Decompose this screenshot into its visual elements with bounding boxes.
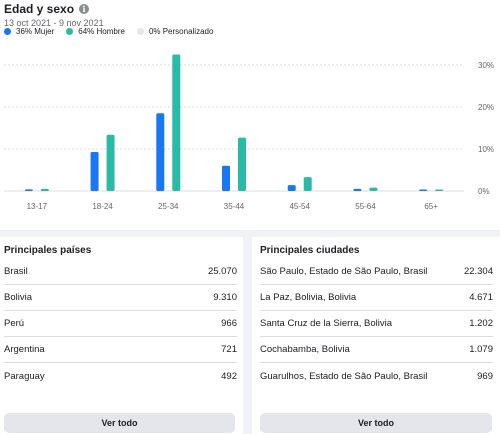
country-row: Brasil 25.070 [4,259,237,285]
y-tick-label: 10% [478,145,494,154]
top-countries-card: Principales países Brasil 25.070 Bolivia 9.… [0,237,243,434]
city-row: Guarulhos, Estado de São Paulo, Brasil 96… [260,363,493,389]
country-row: Perú 966 [4,311,237,337]
bar-mujer-18-24[interactable] [90,151,99,191]
country-row: Paraguay 492 [4,363,237,389]
country-value: 492 [221,370,237,382]
city-row: La Paz, Bolivia, Bolivia 4.671 [260,285,493,311]
cities-see-all-button[interactable]: Ver todo [260,413,492,433]
top-cities-card: Principales ciudades São Paulo, Estado d… [252,237,500,434]
legend-dot-hombre [66,28,74,35]
age-gender-card: Edad y sexo i 13 oct 2021 - 9 nov 2021 3… [0,0,500,230]
city-value: 1.079 [469,344,493,355]
legend-label-personalizado: 0% Personalizado [148,27,214,36]
city-value: 4.671 [469,292,493,303]
legend-label-mujer: 36% Mujer [16,27,55,36]
cities-title: Principales ciudades [260,245,360,256]
city-name: Cochabamba, Bolivia [260,344,350,355]
city-name: La Paz, Bolivia, Bolivia [260,292,357,303]
country-name: Perú [4,318,25,329]
x-tick-label: 45-54 [289,202,310,211]
country-name: Paraguay [4,370,45,382]
bar-mujer-13-17[interactable] [24,189,33,191]
legend-dot-personalizado [136,28,144,35]
city-value: 1.202 [469,318,493,329]
countries-list: Brasil 25.070 Bolivia 9.310 Perú 966 Argentina… [4,259,237,389]
bar-hombre-65+[interactable] [435,189,444,192]
x-tick-label: 55-64 [355,202,376,211]
x-tick-label: 18-24 [92,202,113,211]
y-tick-label: 20% [478,103,494,112]
city-row: São Paulo, Estado de São Paulo, Brasil 22… [260,259,493,285]
x-tick-label: 65+ [424,202,438,211]
y-tick-label: 30% [478,61,494,70]
age-gender-bar-chart: 30% 20% 10% 0% 13-17 18-24 25-34 35-44 45-54 55-6… [4,54,494,211]
country-name: Bolivia [4,292,32,303]
bar-hombre-45-54[interactable] [303,177,312,191]
country-name: Brasil [4,266,28,277]
city-value: 22.304 [463,266,493,277]
bar-mujer-25-34[interactable] [156,113,165,191]
bar-mujer-35-44[interactable] [222,165,230,191]
legend-label-hombre: 64% Hombre [78,27,125,36]
x-tick-label: 13-17 [27,202,48,211]
city-name: Santa Cruz de la Sierra, Bolivia [260,318,393,329]
bar-mujer-55-64[interactable] [353,188,362,191]
country-value: 966 [221,318,237,329]
countries-title: Principales países [4,245,92,256]
x-tick-label: 35-44 [224,202,245,211]
chart-legend: 36% Mujer 64% Hombre 0% Personalizado [4,27,213,36]
countries-see-all-button[interactable]: Ver todo [4,413,235,433]
city-name: São Paulo, Estado de São Paulo, Brasil [260,266,428,277]
country-value: 9.310 [213,292,237,303]
legend-item-mujer[interactable]: 36% Mujer [4,27,54,36]
city-name: Guarulhos, Estado de São Paulo, Brasil [260,370,428,382]
y-tick-label: 0% [478,187,490,196]
card-title: Edad y sexo [4,2,75,16]
info-icon[interactable]: i [79,4,90,14]
city-value: 969 [477,370,493,382]
bar-mujer-45-54[interactable] [287,185,296,191]
cities-list: São Paulo, Estado de São Paulo, Brasil 22… [260,259,493,389]
country-name: Argentina [4,344,45,355]
city-row: Cochabamba, Bolivia 1.079 [260,337,493,363]
x-tick-label: 25-34 [158,202,179,211]
legend-dot-mujer [4,28,11,35]
bar-hombre-55-64[interactable] [369,187,378,191]
bar-hombre-35-44[interactable] [238,137,246,191]
country-value: 25.070 [207,266,237,277]
legend-item-hombre[interactable]: 64% Hombre [66,27,125,36]
country-row: Bolivia 9.310 [4,285,237,311]
bar-hombre-18-24[interactable] [106,134,115,191]
country-value: 721 [221,344,237,355]
bar-hombre-25-34[interactable] [172,54,181,192]
bar-hombre-13-17[interactable] [40,188,49,191]
city-row: Santa Cruz de la Sierra, Bolivia 1.202 [260,311,493,337]
legend-item-personalizado[interactable]: 0% Personalizado [136,27,214,36]
country-row: Argentina 721 [4,337,237,363]
card-header: Edad y sexo i 13 oct 2021 - 9 nov 2021 [4,2,104,28]
bar-mujer-65+[interactable] [419,189,428,192]
